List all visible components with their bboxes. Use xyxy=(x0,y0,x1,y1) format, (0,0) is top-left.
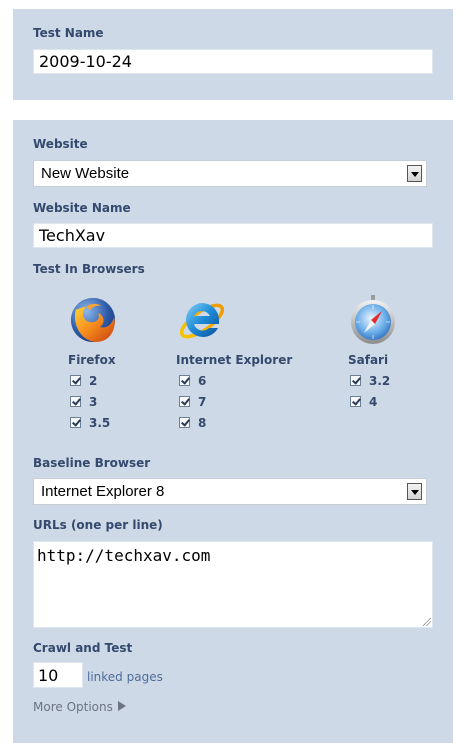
crawl-pages-input[interactable]: 10 xyxy=(33,662,83,688)
version-label: 2 xyxy=(89,374,98,388)
baseline-select-value: Internet Explorer 8 xyxy=(41,483,165,500)
test-settings-panel: Website New Website Website Name TechXav… xyxy=(13,120,453,743)
browsers-label: Test In Browsers xyxy=(33,262,145,276)
firefox-icon xyxy=(68,295,118,349)
version-label: 7 xyxy=(198,395,207,409)
ie-7-checkbox[interactable] xyxy=(179,396,190,407)
ie-6-checkbox[interactable] xyxy=(179,375,190,386)
test-name-panel: Test Name 2009-10-24 xyxy=(13,9,453,100)
safari-name: Safari xyxy=(348,353,389,367)
firefox-2-checkbox[interactable] xyxy=(70,375,81,386)
baseline-browser-select[interactable]: Internet Explorer 8 xyxy=(33,478,427,505)
internet-explorer-icon xyxy=(176,294,228,350)
baseline-browser-label: Baseline Browser xyxy=(33,456,151,470)
safari-3-2-checkbox[interactable] xyxy=(350,375,361,386)
expand-arrow-icon xyxy=(117,701,126,711)
safari-4-checkbox[interactable] xyxy=(350,396,361,407)
test-name-input[interactable]: 2009-10-24 xyxy=(33,49,433,74)
version-label: 6 xyxy=(198,374,207,388)
website-select[interactable]: New Website xyxy=(33,160,427,187)
firefox-3-5-checkbox[interactable] xyxy=(70,417,81,428)
internet-explorer-name: Internet Explorer xyxy=(176,353,293,367)
linked-pages-text: linked pages xyxy=(87,670,163,684)
safari-icon xyxy=(348,294,398,350)
more-options-toggle[interactable]: More Options xyxy=(33,700,126,714)
test-name-label: Test Name xyxy=(33,26,104,40)
dropdown-arrow-icon[interactable] xyxy=(407,165,422,182)
more-options-label: More Options xyxy=(33,700,113,714)
crawl-label: Crawl and Test xyxy=(33,641,133,655)
version-label: 3.5 xyxy=(89,416,111,430)
firefox-3-checkbox[interactable] xyxy=(70,396,81,407)
website-name-input[interactable]: TechXav xyxy=(33,223,433,248)
urls-label: URLs (one per line) xyxy=(33,518,163,532)
version-label: 3.2 xyxy=(369,374,391,388)
version-label: 8 xyxy=(198,416,207,430)
dropdown-arrow-icon[interactable] xyxy=(407,483,422,500)
urls-value: http://techxav.com xyxy=(37,546,211,565)
website-label: Website xyxy=(33,137,88,151)
website-name-label: Website Name xyxy=(33,201,131,215)
ie-8-checkbox[interactable] xyxy=(179,417,190,428)
version-label: 3 xyxy=(89,395,98,409)
website-select-value: New Website xyxy=(41,165,130,182)
resize-grip-icon[interactable] xyxy=(423,618,431,626)
firefox-name: Firefox xyxy=(68,353,116,367)
version-label: 4 xyxy=(369,395,378,409)
urls-textarea[interactable]: http://techxav.com xyxy=(33,541,433,628)
